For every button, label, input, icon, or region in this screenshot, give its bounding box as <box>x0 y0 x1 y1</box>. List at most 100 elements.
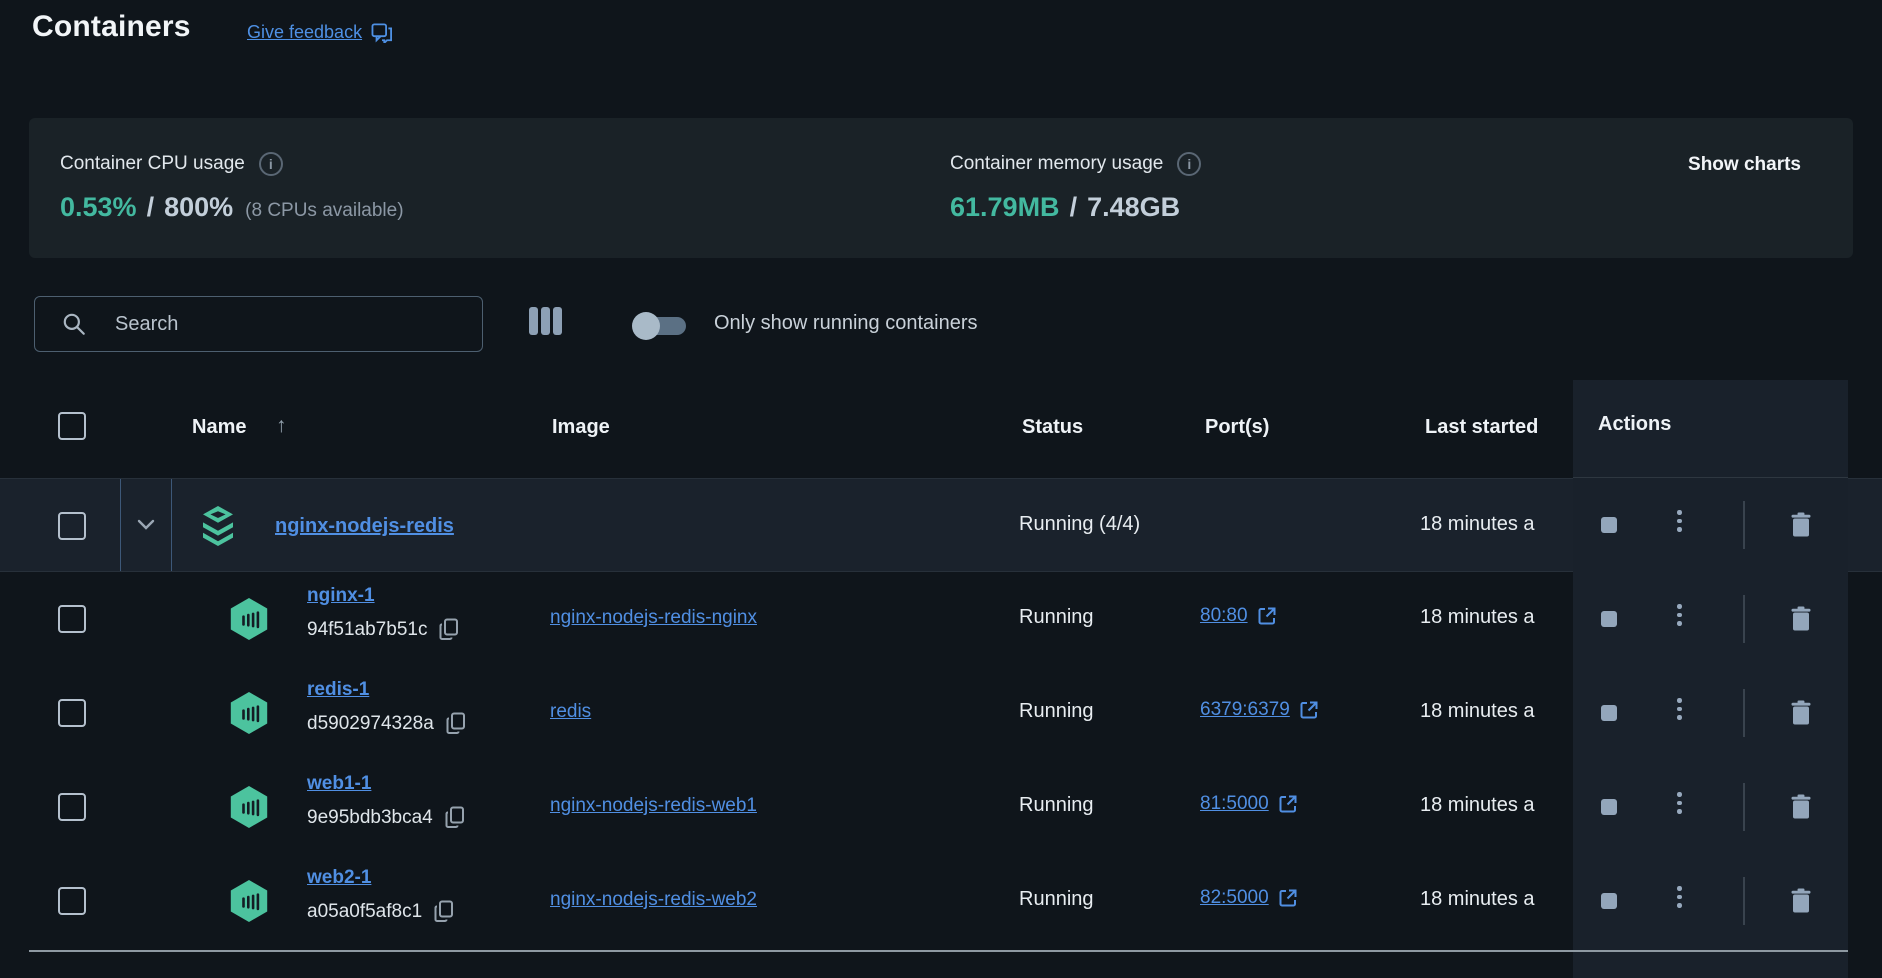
port-link[interactable]: 80:80 <box>1200 605 1248 627</box>
external-link-icon[interactable] <box>1278 794 1298 814</box>
trash-icon[interactable] <box>1789 700 1813 726</box>
give-feedback-label: Give feedback <box>247 22 362 43</box>
column-header-image[interactable]: Image <box>552 416 610 439</box>
column-header-last-started[interactable]: Last started <box>1425 416 1538 439</box>
container-name-link[interactable]: web2-1 <box>307 867 371 889</box>
container-name-link[interactable]: nginx-1 <box>307 585 375 607</box>
row-actions <box>1573 783 1848 831</box>
memory-usage-value: 61.79MB <box>950 192 1060 223</box>
last-started-cell: 18 minutes a <box>1420 606 1535 629</box>
column-header-status[interactable]: Status <box>1022 416 1083 439</box>
actions-column-overlay: Actions <box>1573 380 1848 978</box>
kebab-menu-icon[interactable] <box>1677 604 1682 626</box>
actions-divider <box>1743 595 1745 643</box>
last-started-cell: 18 minutes a <box>1420 700 1535 723</box>
compose-group-name-link[interactable]: nginx-nodejs-redis <box>275 515 454 538</box>
row-actions <box>1573 877 1848 925</box>
container-hexagon-icon <box>225 783 273 831</box>
stop-icon[interactable] <box>1601 611 1617 627</box>
feedback-icon <box>371 23 393 43</box>
last-started-cell: 18 minutes a <box>1420 888 1535 911</box>
stop-icon[interactable] <box>1601 705 1617 721</box>
resource-usage-panel: Container CPU usage i 0.53% / 800% (8 CP… <box>29 118 1853 258</box>
port-link[interactable]: 81:5000 <box>1200 793 1269 815</box>
container-name-link[interactable]: redis-1 <box>307 679 369 701</box>
column-header-ports[interactable]: Port(s) <box>1205 416 1269 439</box>
port-link[interactable]: 6379:6379 <box>1200 699 1290 721</box>
table-bottom-border <box>29 950 1848 952</box>
copy-id-button[interactable] <box>446 712 466 735</box>
trash-icon[interactable] <box>1789 512 1813 538</box>
status-cell: Running (4/4) <box>1019 513 1140 536</box>
actions-divider <box>1743 877 1745 925</box>
external-link-icon[interactable] <box>1278 888 1298 908</box>
sort-asc-icon: ↑ <box>276 414 287 438</box>
stop-icon[interactable] <box>1601 893 1617 909</box>
stop-icon[interactable] <box>1601 799 1617 815</box>
actions-divider <box>1743 689 1745 737</box>
row-checkbox[interactable] <box>58 887 86 915</box>
row-actions <box>1573 689 1848 737</box>
container-id: 94f51ab7b51c <box>307 619 427 641</box>
trash-icon[interactable] <box>1789 606 1813 632</box>
info-icon[interactable]: i <box>259 152 283 176</box>
status-cell: Running <box>1019 888 1094 911</box>
trash-icon[interactable] <box>1789 888 1813 914</box>
collapse-group-button[interactable] <box>120 479 172 571</box>
copy-icon <box>439 618 459 641</box>
image-link[interactable]: nginx-nodejs-redis-web1 <box>550 795 757 817</box>
row-checkbox[interactable] <box>58 512 86 540</box>
cpu-usage-stat: Container CPU usage i 0.53% / 800% (8 CP… <box>60 152 404 223</box>
copy-id-button[interactable] <box>445 806 465 829</box>
status-cell: Running <box>1019 700 1094 723</box>
column-header-actions: Actions <box>1598 413 1671 436</box>
image-link[interactable]: nginx-nodejs-redis-nginx <box>550 607 757 629</box>
trash-icon[interactable] <box>1789 794 1813 820</box>
row-checkbox[interactable] <box>58 793 86 821</box>
stop-icon[interactable] <box>1601 517 1617 533</box>
copy-id-button[interactable] <box>439 618 459 641</box>
search-icon <box>61 311 87 337</box>
port-link[interactable]: 82:5000 <box>1200 887 1269 909</box>
kebab-menu-icon[interactable] <box>1677 510 1682 532</box>
toggle-knob <box>632 312 660 340</box>
actions-divider <box>1743 501 1745 549</box>
external-link-icon[interactable] <box>1299 700 1319 720</box>
container-id: 9e95bdb3bca4 <box>307 807 433 829</box>
kebab-menu-icon[interactable] <box>1677 698 1682 720</box>
actions-divider <box>1743 783 1745 831</box>
search-input[interactable] <box>113 312 470 337</box>
row-checkbox[interactable] <box>58 605 86 633</box>
row-actions <box>1573 501 1848 549</box>
column-settings-button[interactable] <box>529 307 563 337</box>
external-link-icon[interactable] <box>1257 606 1277 626</box>
cpu-count-note: (8 CPUs available) <box>245 200 403 222</box>
give-feedback-link[interactable]: Give feedback <box>247 22 393 43</box>
memory-usage-label: Container memory usage <box>950 153 1163 175</box>
image-link[interactable]: redis <box>550 701 591 723</box>
info-icon[interactable]: i <box>1177 152 1201 176</box>
search-box[interactable] <box>34 296 483 352</box>
running-only-toggle[interactable] <box>632 310 692 342</box>
expand-chevron-icon <box>136 519 156 531</box>
memory-usage-total: 7.48GB <box>1087 192 1180 223</box>
kebab-menu-icon[interactable] <box>1677 792 1682 814</box>
show-charts-button[interactable]: Show charts <box>1688 154 1801 176</box>
image-link[interactable]: nginx-nodejs-redis-web2 <box>550 889 757 911</box>
running-only-toggle-label: Only show running containers <box>714 312 977 335</box>
row-actions <box>1573 595 1848 643</box>
container-id: d5902974328a <box>307 713 434 735</box>
container-hexagon-icon <box>225 595 273 643</box>
kebab-menu-icon[interactable] <box>1677 886 1682 908</box>
compose-stack-icon <box>194 502 242 550</box>
copy-id-button[interactable] <box>434 900 454 923</box>
container-id: a05a0f5af8c1 <box>307 901 422 923</box>
container-name-link[interactable]: web1-1 <box>307 773 371 795</box>
last-started-cell: 18 minutes a <box>1420 513 1535 536</box>
select-all-checkbox[interactable] <box>58 412 86 440</box>
column-header-name[interactable]: Name <box>192 416 246 439</box>
copy-icon <box>445 806 465 829</box>
memory-usage-stat: Container memory usage i 61.79MB / 7.48G… <box>950 152 1201 223</box>
status-cell: Running <box>1019 606 1094 629</box>
row-checkbox[interactable] <box>58 699 86 727</box>
